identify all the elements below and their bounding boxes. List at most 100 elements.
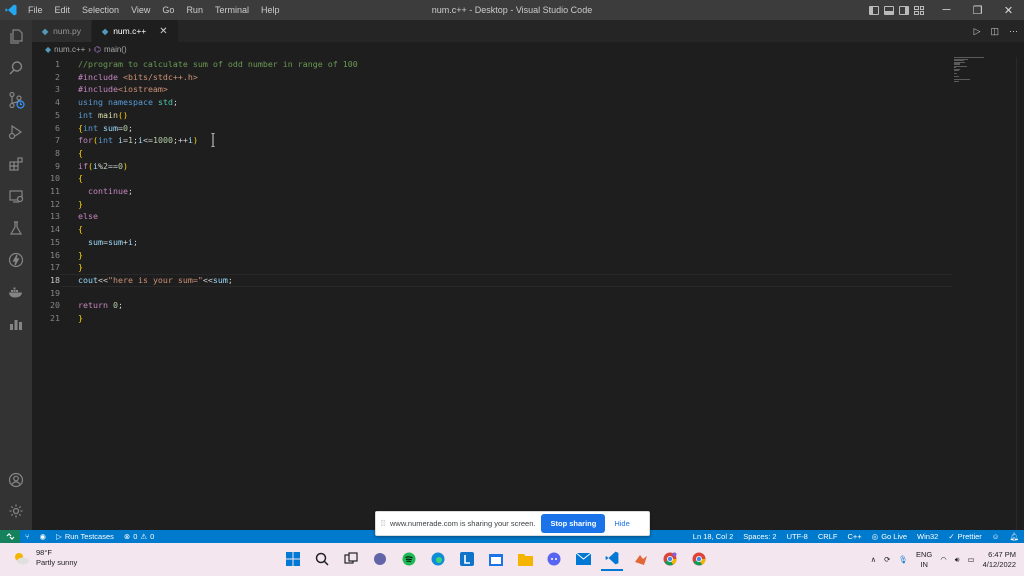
taskbar-search-icon[interactable]: [311, 547, 333, 571]
lightning-icon[interactable]: [6, 250, 26, 270]
code-line[interactable]: 18 cout<<"here is your sum="<<sum;: [32, 273, 952, 287]
code-line[interactable]: 13 else: [32, 210, 952, 223]
vscode-taskbar-icon[interactable]: [601, 547, 623, 571]
notifications-bell-icon[interactable]: 🔔︎: [1004, 532, 1024, 541]
breadcrumb-symbol[interactable]: main(): [104, 45, 127, 54]
code-line[interactable]: 3 #include<iostream>: [32, 83, 952, 96]
docker-icon[interactable]: [6, 282, 26, 302]
extensions-icon[interactable]: [6, 154, 26, 174]
menu-run[interactable]: Run: [180, 0, 209, 20]
code-line[interactable]: 4 using namespace std;: [32, 96, 952, 109]
discord-icon[interactable]: [543, 547, 565, 571]
battery-icon[interactable]: ▭: [968, 555, 975, 564]
code-line[interactable]: 19: [32, 287, 952, 300]
customize-layout-icon[interactable]: [914, 5, 924, 15]
wifi-icon[interactable]: ◠: [940, 555, 947, 564]
language-mode[interactable]: C++: [842, 532, 866, 541]
go-live-button[interactable]: ◎ Go Live: [867, 532, 912, 541]
show-hidden-icons-chevron-up-icon[interactable]: ∧: [871, 555, 877, 564]
vertical-scrollbar[interactable]: [1016, 57, 1024, 530]
minimap[interactable]: [954, 57, 1012, 87]
code-line[interactable]: 7 for(int i=1;i<=1000;++i): [32, 134, 952, 147]
chrome-icon[interactable]: [659, 547, 681, 571]
code-line[interactable]: 6 {int sum=0;: [32, 122, 952, 135]
clock[interactable]: 6:47 PM 4/12/2022: [983, 550, 1016, 570]
weather-widget[interactable]: 98°F Partly sunny: [12, 548, 77, 568]
problems-indicator[interactable]: ⊗ 0 ⚠ 0: [119, 532, 159, 541]
volume-icon[interactable]: 🔊︎: [955, 555, 960, 565]
learn-app-icon[interactable]: [456, 547, 478, 571]
teams-chat-icon[interactable]: [369, 547, 391, 571]
code-line[interactable]: 17}: [32, 261, 952, 274]
code-line[interactable]: 8{: [32, 147, 952, 160]
menu-view[interactable]: View: [125, 0, 156, 20]
start-windows-icon[interactable]: [282, 547, 304, 571]
chrome-profile-icon[interactable]: [688, 547, 710, 571]
remote-indicator-icon[interactable]: [0, 530, 20, 543]
menu-edit[interactable]: Edit: [49, 0, 77, 20]
tab-num-py[interactable]: ◆ num.py: [32, 20, 93, 42]
code-line[interactable]: 12}: [32, 198, 952, 211]
testing-flask-icon[interactable]: [6, 218, 26, 238]
restore-icon[interactable]: ❐: [962, 0, 993, 20]
toggle-panel-icon[interactable]: [884, 5, 894, 15]
menu-help[interactable]: Help: [255, 0, 286, 20]
platform[interactable]: Win32: [912, 532, 943, 541]
mail-icon[interactable]: [572, 547, 594, 571]
menu-selection[interactable]: Selection: [76, 0, 125, 20]
source-control-icon[interactable]: [6, 90, 26, 110]
run-testcases-button[interactable]: ▷ Run Testcases: [51, 532, 119, 541]
live-share-eye-icon[interactable]: ◉: [35, 532, 52, 541]
encoding[interactable]: UTF-8: [782, 532, 813, 541]
matlab-icon[interactable]: [630, 547, 652, 571]
spotify-icon[interactable]: [398, 547, 420, 571]
minimize-icon[interactable]: ─: [931, 0, 962, 20]
toggle-sidebar-icon[interactable]: [869, 5, 879, 15]
search-icon[interactable]: [6, 58, 26, 78]
code-line[interactable]: 16}: [32, 249, 952, 262]
code-line[interactable]: 2 #include <bits/stdc++.h>: [32, 71, 952, 84]
breadcrumb-file[interactable]: num.c++: [54, 45, 85, 54]
code-line[interactable]: 11 continue;: [32, 185, 952, 198]
settings-gear-icon[interactable]: [6, 501, 26, 521]
file-explorer-icon[interactable]: [514, 547, 536, 571]
code-line[interactable]: 5 int main(): [32, 109, 952, 122]
code-line[interactable]: 1 //program to calculate sum of odd numbe…: [32, 58, 952, 71]
tab-num-cpp[interactable]: ◆ num.c++ ✕: [92, 20, 179, 42]
close-window-icon[interactable]: ✕: [993, 0, 1024, 20]
run-debug-icon[interactable]: [6, 122, 26, 142]
split-editor-icon[interactable]: ◫: [990, 26, 999, 37]
prettier-button[interactable]: ✓ Prettier: [943, 532, 986, 541]
hide-share-bar-link[interactable]: Hide: [614, 519, 629, 528]
code-line[interactable]: 20 return 0;: [32, 299, 952, 312]
chart-icon[interactable]: [6, 314, 26, 334]
microphone-icon[interactable]: 🎙︎: [898, 555, 908, 564]
menu-file[interactable]: File: [22, 0, 49, 20]
end-of-line[interactable]: CRLF: [813, 532, 843, 541]
explorer-icon[interactable]: [6, 26, 26, 46]
code-line[interactable]: 9 if(i%2==0): [32, 160, 952, 173]
task-view-icon[interactable]: [340, 547, 362, 571]
indentation[interactable]: Spaces: 2: [738, 532, 781, 541]
code-line[interactable]: 10 {: [32, 172, 952, 185]
more-actions-icon[interactable]: ⋯: [1009, 26, 1018, 37]
close-tab-icon[interactable]: ✕: [159, 26, 167, 37]
feedback-icon[interactable]: ☺: [987, 532, 1005, 541]
account-icon[interactable]: [6, 470, 26, 490]
remote-explorer-icon[interactable]: [6, 186, 26, 206]
branch-icon[interactable]: ⑂: [20, 532, 35, 541]
code-line[interactable]: 14 {: [32, 223, 952, 236]
onedrive-sync-icon[interactable]: ⟳: [884, 555, 890, 564]
calendar-app-icon[interactable]: [485, 547, 507, 571]
input-language[interactable]: ENG IN: [916, 550, 932, 570]
edge-browser-icon[interactable]: [427, 547, 449, 571]
code-line[interactable]: 21}: [32, 312, 952, 325]
run-code-icon[interactable]: ▷: [974, 26, 981, 37]
drag-handle-icon[interactable]: ⁞⁞: [376, 519, 390, 528]
menu-go[interactable]: Go: [156, 0, 180, 20]
code-editor[interactable]: 1 //program to calculate sum of odd numbe…: [32, 57, 1024, 530]
stop-sharing-button[interactable]: Stop sharing: [541, 514, 606, 533]
menu-terminal[interactable]: Terminal: [209, 0, 255, 20]
code-line[interactable]: 15 sum=sum+i;: [32, 236, 952, 249]
cursor-position[interactable]: Ln 18, Col 2: [688, 532, 738, 541]
